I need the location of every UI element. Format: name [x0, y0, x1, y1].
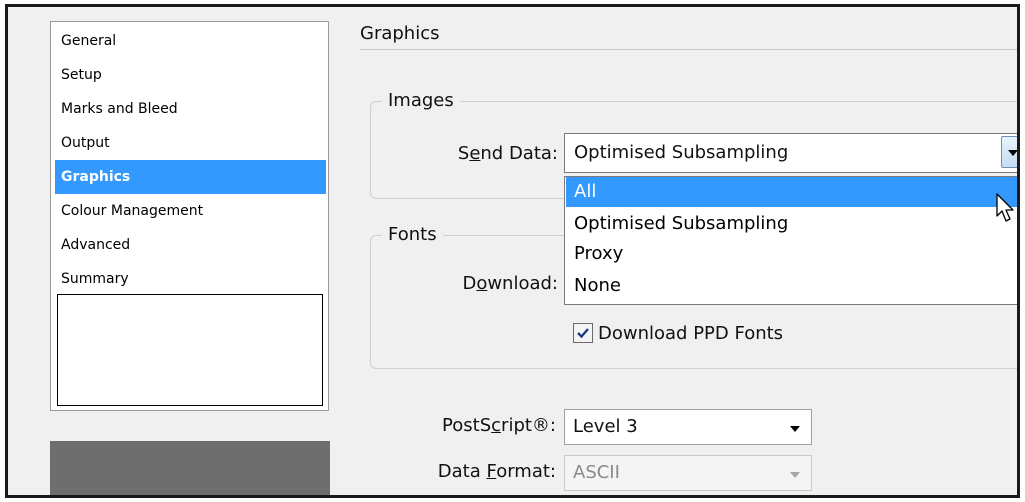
nav-item-summary[interactable]: Summary: [55, 262, 326, 296]
section-divider: [360, 49, 1017, 50]
data-format-value: ASCII: [573, 462, 620, 483]
chevron-down-icon: [790, 426, 800, 432]
mouse-cursor-icon: [996, 193, 1014, 222]
send-data-value: Optimised Subsampling: [574, 142, 789, 163]
dropdown-option-proxy[interactable]: Proxy: [566, 239, 1017, 269]
category-list[interactable]: General Setup Marks and Bleed Output Gra…: [50, 21, 329, 411]
nav-item-output[interactable]: Output: [55, 126, 326, 160]
preview-panel: [50, 441, 330, 495]
nav-item-setup[interactable]: Setup: [55, 58, 326, 92]
send-data-dropdown-list: All Optimised Subsampling Proxy None: [564, 176, 1017, 305]
download-label: Download:: [462, 273, 558, 294]
postscript-level-select[interactable]: Level 3: [564, 409, 812, 445]
chevron-down-icon[interactable]: [1001, 136, 1017, 168]
images-legend: Images: [382, 89, 460, 113]
nav-item-advanced[interactable]: Advanced: [55, 228, 326, 262]
postscript-label: PostScript®:: [442, 415, 556, 436]
dropdown-option-none[interactable]: None: [566, 271, 1017, 301]
chevron-down-icon: [790, 472, 800, 478]
nav-item-graphics[interactable]: Graphics: [55, 160, 326, 194]
data-format-select[interactable]: ASCII: [564, 455, 812, 491]
data-format-label: Data Format:: [437, 461, 556, 482]
fonts-legend: Fonts: [382, 223, 443, 247]
dropdown-option-all[interactable]: All: [566, 177, 1017, 207]
download-ppd-checkbox[interactable]: [573, 323, 593, 343]
send-data-select[interactable]: Optimised Subsampling: [564, 133, 1017, 173]
nav-item-marks-and-bleed[interactable]: Marks and Bleed: [55, 92, 326, 126]
nav-item-general[interactable]: General: [55, 24, 326, 58]
print-dialog: General Setup Marks and Bleed Output Gra…: [5, 4, 1020, 498]
download-ppd-label[interactable]: Download PPD Fonts: [598, 321, 783, 347]
dropdown-option-optimised-subsampling[interactable]: Optimised Subsampling: [566, 209, 1017, 239]
nav-item-colour-management[interactable]: Colour Management: [55, 194, 326, 228]
send-data-label: Send Data:: [457, 143, 558, 164]
checkmark-icon: [577, 328, 589, 339]
page-preview: [57, 294, 323, 406]
section-title: Graphics: [360, 23, 440, 44]
postscript-value: Level 3: [573, 416, 638, 437]
